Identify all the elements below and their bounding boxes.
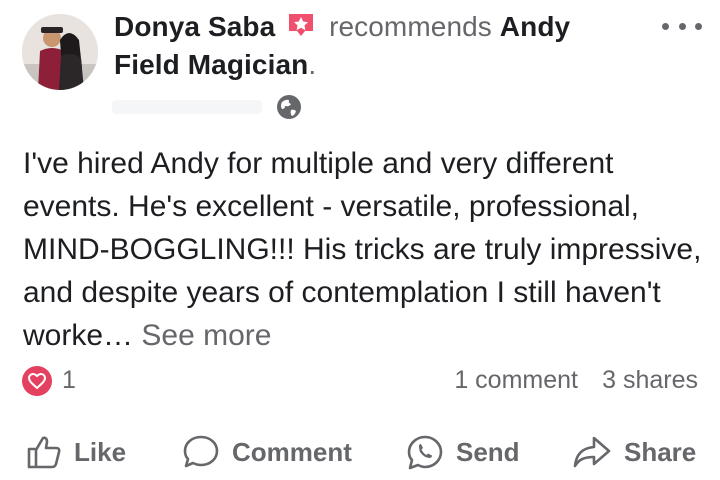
share-button[interactable]: Share — [572, 432, 696, 472]
more-horizontal-icon — [662, 22, 669, 30]
more-horizontal-icon-dot — [678, 22, 686, 30]
globe-icon[interactable] — [276, 94, 302, 120]
recommends-verb: recommends — [329, 11, 492, 42]
recommended-page-name-line2[interactable]: Field Magician — [114, 49, 308, 80]
post-stats-bar: 1 1 comment 3 shares — [22, 362, 698, 398]
reaction-count[interactable]: 1 — [62, 366, 76, 395]
whatsapp-icon — [407, 435, 443, 470]
share-count-link[interactable]: 3 shares — [602, 366, 698, 395]
post-header: Donya Saba recommends Andy Field Magicia… — [114, 8, 634, 84]
comment-label: Comment — [232, 436, 352, 467]
share-arrow-icon — [573, 436, 611, 468]
comment-bubble-icon — [183, 435, 219, 468]
header-period: . — [308, 49, 317, 80]
recommended-page-name[interactable]: Andy — [500, 11, 570, 42]
review-text-block: I've hired Andy for multiple and very di… — [23, 142, 703, 357]
author-avatar[interactable] — [22, 14, 98, 90]
review-text: I've hired Andy for multiple and very di… — [23, 147, 702, 352]
see-more-link[interactable]: See more — [141, 319, 271, 352]
send-label: Send — [456, 436, 520, 467]
post-action-bar: Like Comment Send Share — [0, 424, 720, 480]
comment-button[interactable]: Comment — [182, 432, 352, 472]
share-label: Share — [624, 436, 697, 467]
heart-icon[interactable] — [22, 366, 52, 396]
more-horizontal-icon-dot — [695, 22, 702, 30]
avatar-image — [22, 14, 98, 90]
comment-count-link[interactable]: 1 comment — [454, 366, 578, 395]
send-button[interactable]: Send — [406, 432, 520, 472]
author-name[interactable]: Donya Saba — [114, 11, 275, 42]
timestamp-placeholder — [112, 100, 262, 114]
more-options-button[interactable] — [662, 14, 702, 38]
thumbs-up-icon — [27, 436, 61, 469]
like-button[interactable]: Like — [26, 432, 126, 472]
post-meta — [112, 92, 312, 122]
recommendation-star-badge-icon — [287, 10, 315, 36]
like-label: Like — [74, 436, 127, 467]
